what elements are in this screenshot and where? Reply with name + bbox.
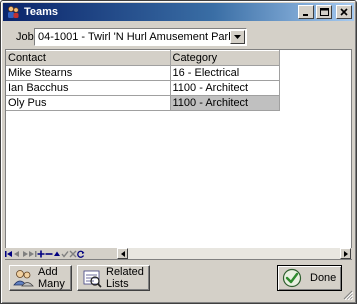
horizontal-scrollbar[interactable] (117, 248, 351, 259)
add-many-label: Add Many (38, 266, 65, 290)
grid-header-row: Contact Category (6, 50, 280, 66)
insert-icon[interactable] (37, 249, 45, 259)
contact-cell[interactable]: Oly Pus (6, 95, 171, 111)
related-lists-icon (81, 268, 103, 288)
teams-grid[interactable]: Contact Category Mike Stearns 16 - Elect… (5, 49, 352, 260)
title-bar[interactable]: Teams (3, 3, 354, 21)
category-cell-selected[interactable]: 1100 - Architect (170, 95, 280, 111)
next-icon[interactable] (21, 249, 29, 259)
app-icon (6, 5, 20, 19)
delete-icon[interactable] (45, 249, 53, 259)
first-icon[interactable] (5, 249, 13, 259)
related-lists-label: Related Lists (106, 266, 144, 290)
chevron-down-icon (234, 35, 241, 39)
resize-grip-icon[interactable] (343, 290, 353, 300)
scroll-left-icon[interactable] (117, 248, 128, 259)
contact-cell[interactable]: Ian Bacchus (6, 80, 171, 96)
add-many-icon (13, 268, 35, 288)
scroll-right-icon[interactable] (340, 248, 351, 259)
contact-cell[interactable]: Mike Stearns (6, 65, 171, 81)
table-row[interactable]: Oly Pus 1100 - Architect (6, 95, 280, 111)
edit-icon[interactable] (53, 249, 61, 259)
job-combobox[interactable]: 04-1001 - Twirl 'N Hurl Amusement Park (34, 28, 247, 46)
column-header-category[interactable]: Category (170, 50, 280, 66)
last-icon[interactable] (29, 249, 37, 259)
cancel-icon[interactable] (69, 249, 77, 259)
add-many-button[interactable]: Add Many (9, 265, 72, 291)
job-selected-value: 04-1001 - Twirl 'N Hurl Amusement Park (38, 31, 230, 43)
done-label: Done (310, 272, 337, 284)
dropdown-arrow-button[interactable] (230, 30, 245, 44)
category-cell[interactable]: 16 - Electrical (170, 65, 280, 81)
post-icon[interactable] (61, 249, 69, 259)
grid-navigator-bar (5, 248, 352, 259)
refresh-icon[interactable] (77, 249, 85, 259)
window-title: Teams (24, 6, 59, 18)
checkmark-icon (281, 268, 303, 288)
category-cell[interactable]: 1100 - Architect (170, 80, 280, 96)
table-row[interactable]: Ian Bacchus 1100 - Architect (6, 80, 280, 96)
teams-window: Teams Job: 04-1001 - Twirl 'N Hurl Amuse… (0, 0, 357, 304)
column-header-contact[interactable]: Contact (6, 50, 171, 66)
done-button[interactable]: Done (277, 265, 342, 291)
related-lists-button[interactable]: Related Lists (77, 265, 150, 291)
prior-icon[interactable] (13, 249, 21, 259)
table-row[interactable]: Mike Stearns 16 - Electrical (6, 65, 280, 81)
close-button[interactable] (336, 5, 352, 19)
minimize-button[interactable] (298, 5, 314, 19)
maximize-button[interactable] (316, 5, 332, 19)
